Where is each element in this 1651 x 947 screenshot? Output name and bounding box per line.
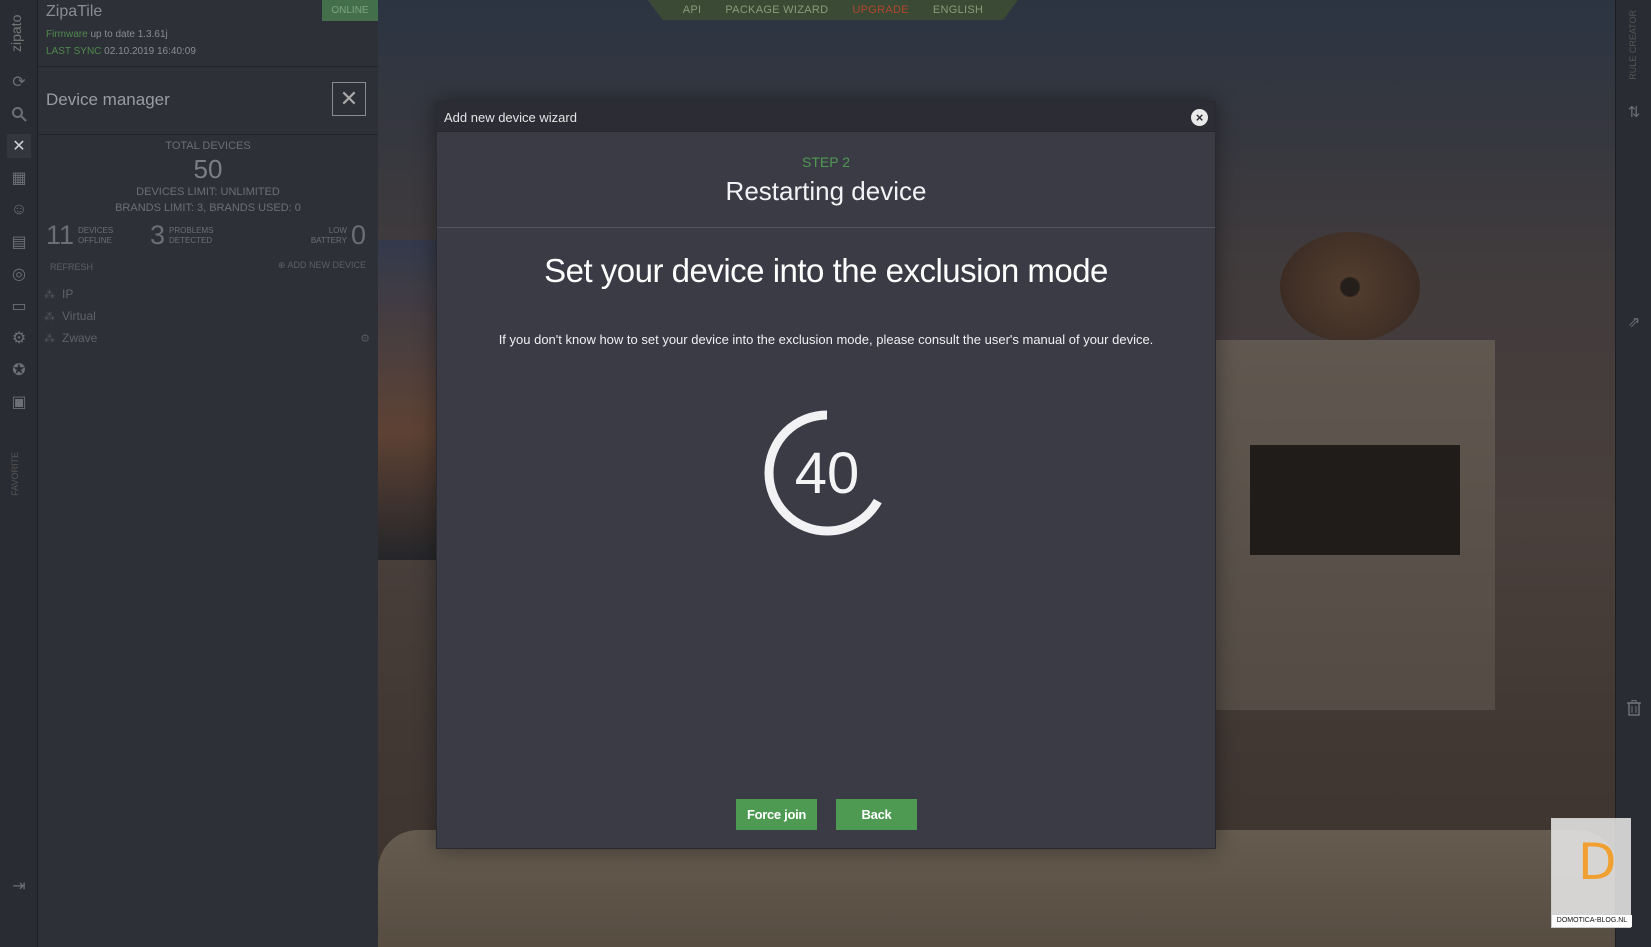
- tree-item-label: Zwave: [62, 331, 98, 345]
- favorite-label[interactable]: FAVORITE: [10, 452, 20, 496]
- refresh-link[interactable]: REFRESH: [50, 262, 93, 272]
- award-icon[interactable]: ✪: [7, 358, 31, 382]
- low-battery-line1: LOW: [328, 225, 347, 235]
- sync-icon[interactable]: ⟳: [7, 70, 31, 94]
- last-sync-label: LAST SYNC: [46, 46, 102, 57]
- devices-offline-count: 11: [46, 220, 75, 250]
- folder-icon[interactable]: ▭: [7, 294, 31, 318]
- watermark-letter: D: [1578, 833, 1617, 891]
- nav-api[interactable]: API: [683, 4, 702, 16]
- scenes-icon[interactable]: ▦: [7, 166, 31, 190]
- problems-detected-stat[interactable]: 3 PROBLEMS DETECTED: [150, 220, 214, 251]
- device-stats: TOTAL DEVICES 50 DEVICES LIMIT: UNLIMITE…: [38, 136, 378, 252]
- add-device-wizard-modal: Add new device wizard × STEP 2 Restartin…: [436, 101, 1216, 849]
- problems-text: PROBLEMS DETECTED: [169, 226, 213, 246]
- page-title: Device manager: [46, 90, 170, 109]
- logout-icon[interactable]: ⇥: [7, 874, 31, 898]
- modal-title: Add new device wizard: [444, 110, 577, 125]
- add-new-device-link[interactable]: ⊕ ADD NEW DEVICE: [278, 260, 366, 271]
- firmware-status: Firmware up to date 1.3.61j: [46, 29, 168, 40]
- devices-limit: DEVICES LIMIT: UNLIMITED: [136, 186, 280, 198]
- tree-item-ip[interactable]: ⁂ IP: [38, 283, 378, 305]
- device-tree: ⁂ IP ⁂ Virtual ⁂ Zwave ⚙: [38, 283, 378, 349]
- devices-offline-text: DEVICES OFFLINE: [78, 226, 113, 246]
- wizard-step-title: Restarting device: [725, 176, 927, 206]
- status-badge: ONLINE: [322, 0, 378, 21]
- firmware-value: up to date 1.3.61j: [90, 29, 168, 40]
- device-manager-panel: ZipaTile ONLINE Firmware up to date 1.3.…: [38, 0, 378, 947]
- trash-icon[interactable]: [1622, 696, 1646, 720]
- tree-item-zwave[interactable]: ⁂ Zwave ⚙: [38, 327, 378, 349]
- wizard-step: STEP 2: [802, 154, 850, 170]
- tree-item-label: IP: [62, 287, 74, 301]
- watermark-logo: D DOMOTICA-BLOG.NL: [1551, 818, 1632, 928]
- device-manager-header: Device manager ✕: [38, 68, 378, 135]
- left-icon-rail: zipato ⟳ ✕ ▦ ☺ ▤ ◎ ▭ ⚙ ✪ ▣ FAVORITE ⇥: [0, 0, 38, 947]
- watermark-text: DOMOTICA-BLOG.NL: [1552, 915, 1632, 927]
- devices-offline-line1: DEVICES: [78, 225, 114, 235]
- cameras-icon[interactable]: ◎: [7, 262, 31, 286]
- total-devices-label: TOTAL DEVICES: [165, 140, 251, 152]
- network-icon: ⁂: [44, 288, 55, 301]
- problems-count: 3: [150, 220, 166, 250]
- settings-gear-icon[interactable]: ⚙: [7, 326, 31, 350]
- zwave-settings-gear-icon[interactable]: ⚙: [360, 332, 370, 345]
- low-battery-line2: BATTERY: [310, 235, 347, 245]
- problems-line2: DETECTED: [169, 235, 213, 245]
- divider: [437, 227, 1215, 228]
- notes-icon[interactable]: ▣: [7, 390, 31, 414]
- add-new-device-label: ADD NEW DEVICE: [287, 260, 366, 270]
- back-button[interactable]: Back: [836, 799, 917, 830]
- rules-icon[interactable]: ▤: [7, 230, 31, 254]
- users-icon[interactable]: ☺: [7, 198, 31, 222]
- devices-offline-line2: OFFLINE: [78, 235, 112, 245]
- modal-header: Add new device wizard ×: [437, 102, 1215, 132]
- problems-line1: PROBLEMS: [169, 225, 214, 235]
- force-join-button[interactable]: Force join: [736, 799, 817, 830]
- network-icon: ⁂: [44, 310, 55, 323]
- network-icon: ⁂: [44, 332, 55, 345]
- panel-header: ZipaTile ONLINE Firmware up to date 1.3.…: [38, 0, 378, 67]
- search-icon[interactable]: [7, 102, 31, 126]
- nav-language[interactable]: ENGLISH: [933, 4, 983, 16]
- last-sync-value: 02.10.2019 16:40:09: [104, 46, 196, 57]
- device-manager-tools-icon[interactable]: ✕: [332, 82, 366, 116]
- plus-circle-icon: ⊕: [277, 260, 286, 270]
- low-battery-stat[interactable]: LOW BATTERY 0: [311, 220, 370, 251]
- brands-limit: BRANDS LIMIT: 3, BRANDS USED: 0: [115, 202, 301, 214]
- instruction-text: If you don't know how to set your device…: [498, 332, 1154, 347]
- low-battery-text: LOW BATTERY: [311, 226, 347, 246]
- low-battery-count: 0: [350, 220, 366, 250]
- rule-creator-label[interactable]: RULE CREATOR: [1628, 10, 1638, 80]
- countdown-value: 40: [794, 440, 860, 506]
- countdown-timer: 40: [762, 408, 892, 538]
- firmware-label: Firmware: [46, 29, 88, 40]
- external-link-icon[interactable]: ⇗: [1622, 310, 1646, 334]
- sort-arrows-icon[interactable]: ⇅: [1622, 100, 1646, 124]
- nav-package-wizard[interactable]: PACKAGE WIZARD: [725, 4, 828, 16]
- top-nav: API PACKAGE WIZARD UPGRADE ENGLISH: [648, 0, 1018, 20]
- app-title: ZipaTile: [46, 3, 103, 20]
- device-manager-icon[interactable]: ✕: [7, 134, 31, 158]
- close-icon[interactable]: ×: [1191, 109, 1208, 126]
- last-sync: LAST SYNC 02.10.2019 16:40:09: [46, 46, 196, 57]
- devices-offline-stat[interactable]: 11 DEVICES OFFLINE: [46, 220, 113, 251]
- brand-logo: zipato: [8, 14, 24, 52]
- nav-upgrade[interactable]: UPGRADE: [852, 4, 909, 16]
- right-icon-rail: RULE CREATOR ⇅ ⇗: [1615, 0, 1651, 947]
- instruction-heading: Set your device into the exclusion mode: [544, 252, 1108, 289]
- tree-item-virtual[interactable]: ⁂ Virtual: [38, 305, 378, 327]
- tree-item-label: Virtual: [62, 309, 96, 323]
- total-devices-count: 50: [193, 154, 223, 184]
